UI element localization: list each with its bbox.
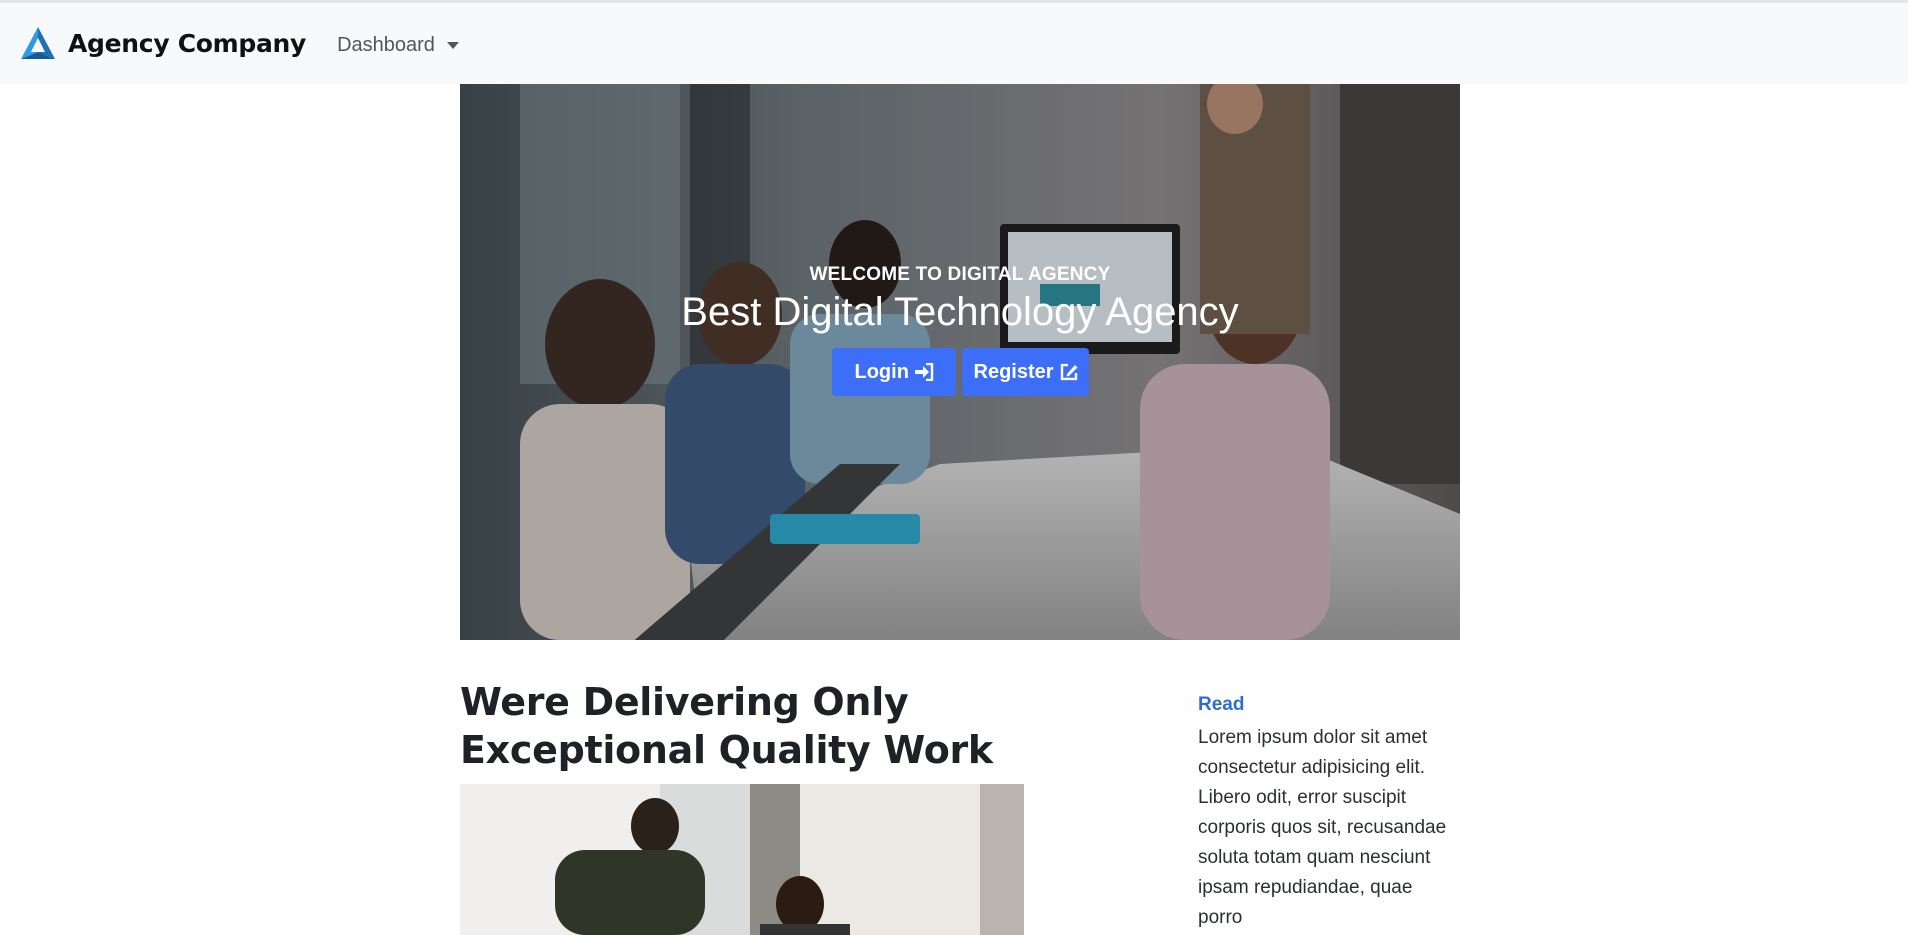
caret-down-icon	[446, 42, 459, 49]
read-link[interactable]: Read	[1198, 694, 1460, 716]
brand[interactable]: Agency Company	[19, 25, 306, 63]
hero-title: Best Digital Technology Agency	[681, 290, 1239, 334]
top-navbar: Agency Company Dashboard	[0, 0, 1908, 84]
register-button-label: Register	[973, 360, 1054, 383]
brand-name: Agency Company	[68, 29, 307, 58]
hero-kicker: WELCOME TO DIGITAL AGENCY	[809, 264, 1111, 285]
aside-text: Lorem ipsum dolor sit amet consectetur a…	[1198, 727, 1447, 928]
hero-buttons: Login Register	[460, 348, 1460, 396]
login-button-label: Login	[854, 360, 909, 383]
sign-in-icon	[914, 363, 934, 381]
edit-icon	[1060, 363, 1078, 381]
brand-logo-icon	[21, 26, 55, 59]
section-title: Were Delivering Only Exceptional Quality…	[460, 680, 993, 772]
register-button[interactable]: Register	[961, 348, 1089, 396]
login-button[interactable]: Login	[831, 348, 956, 396]
read-aside: Read Lorem ipsum dolor sit amet consecte…	[1198, 694, 1460, 933]
hero-banner: WELCOME TO DIGITAL AGENCY Best Digital T…	[460, 84, 1460, 640]
business-meeting-image	[460, 784, 1024, 935]
dashboard-dropdown-label: Dashboard	[337, 34, 435, 56]
dashboard-dropdown[interactable]: Dashboard	[337, 30, 459, 57]
